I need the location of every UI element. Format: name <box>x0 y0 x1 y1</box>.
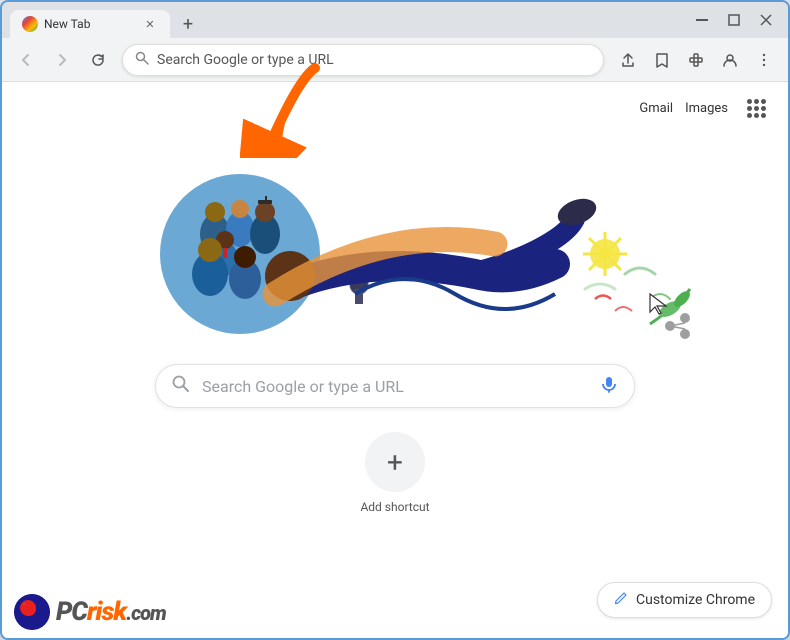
apps-grid-icon <box>747 99 766 118</box>
tab-favicon <box>22 16 38 32</box>
tab-close-button[interactable]: ✕ <box>142 16 158 32</box>
search-icon-main <box>172 375 190 397</box>
pcrisk-watermark: PCrisk.com <box>2 586 178 638</box>
pcrisk-logo: PCrisk.com <box>14 594 166 630</box>
pcrisk-ball-icon <box>14 594 50 630</box>
customize-chrome-button[interactable]: Customize Chrome <box>597 582 772 618</box>
close-button[interactable] <box>752 6 780 34</box>
window-controls <box>688 6 780 34</box>
microphone-icon[interactable] <box>600 375 618 398</box>
doodle-illustration <box>95 144 695 344</box>
active-tab[interactable]: New Tab ✕ <box>10 10 170 38</box>
shortcuts-area: + Add shortcut <box>360 432 429 514</box>
extensions-button[interactable] <box>680 44 712 76</box>
back-button[interactable] <box>10 44 42 76</box>
address-bar-container: Search Google or type a URL <box>122 44 604 76</box>
page-content: Gmail Images <box>2 82 788 638</box>
customize-chrome-label: Customize Chrome <box>636 592 755 608</box>
search-icon <box>135 51 149 69</box>
share-button[interactable] <box>612 44 644 76</box>
images-link[interactable]: Images <box>685 101 728 116</box>
reload-button[interactable] <box>82 44 114 76</box>
tab-title: New Tab <box>44 17 136 31</box>
forward-button[interactable] <box>46 44 78 76</box>
browser-window: New Tab ✕ + <box>0 0 790 640</box>
maximize-button[interactable] <box>720 6 748 34</box>
add-shortcut-label: Add shortcut <box>360 500 429 514</box>
tab-strip: New Tab ✕ + <box>10 2 684 38</box>
pcrisk-pc: PC <box>56 597 87 627</box>
menu-button[interactable] <box>748 44 780 76</box>
toolbar-actions <box>612 44 780 76</box>
search-bar-placeholder: Search Google or type a URL <box>202 377 588 396</box>
gmail-link[interactable]: Gmail <box>639 101 673 116</box>
add-shortcut-button[interactable]: + <box>365 432 425 492</box>
google-header: Gmail Images <box>2 82 788 134</box>
customize-pencil-icon <box>614 591 628 609</box>
google-doodle <box>2 134 788 354</box>
search-bar[interactable]: Search Google or type a URL <box>155 364 635 408</box>
search-bar-container: Search Google or type a URL <box>155 364 635 408</box>
google-apps-button[interactable] <box>740 92 772 124</box>
new-tab-button[interactable]: + <box>174 10 202 38</box>
minimize-button[interactable] <box>688 6 716 34</box>
title-bar: New Tab ✕ + <box>2 2 788 38</box>
bookmark-button[interactable] <box>646 44 678 76</box>
pcrisk-text: PCrisk.com <box>56 597 166 627</box>
pcrisk-risk: risk <box>87 597 126 627</box>
pcrisk-dotcom: .com <box>126 601 166 625</box>
profile-button[interactable] <box>714 44 746 76</box>
address-bar-text: Search Google or type a URL <box>157 52 591 68</box>
toolbar: Search Google or type a URL <box>2 38 788 82</box>
address-bar[interactable]: Search Google or type a URL <box>122 44 604 76</box>
